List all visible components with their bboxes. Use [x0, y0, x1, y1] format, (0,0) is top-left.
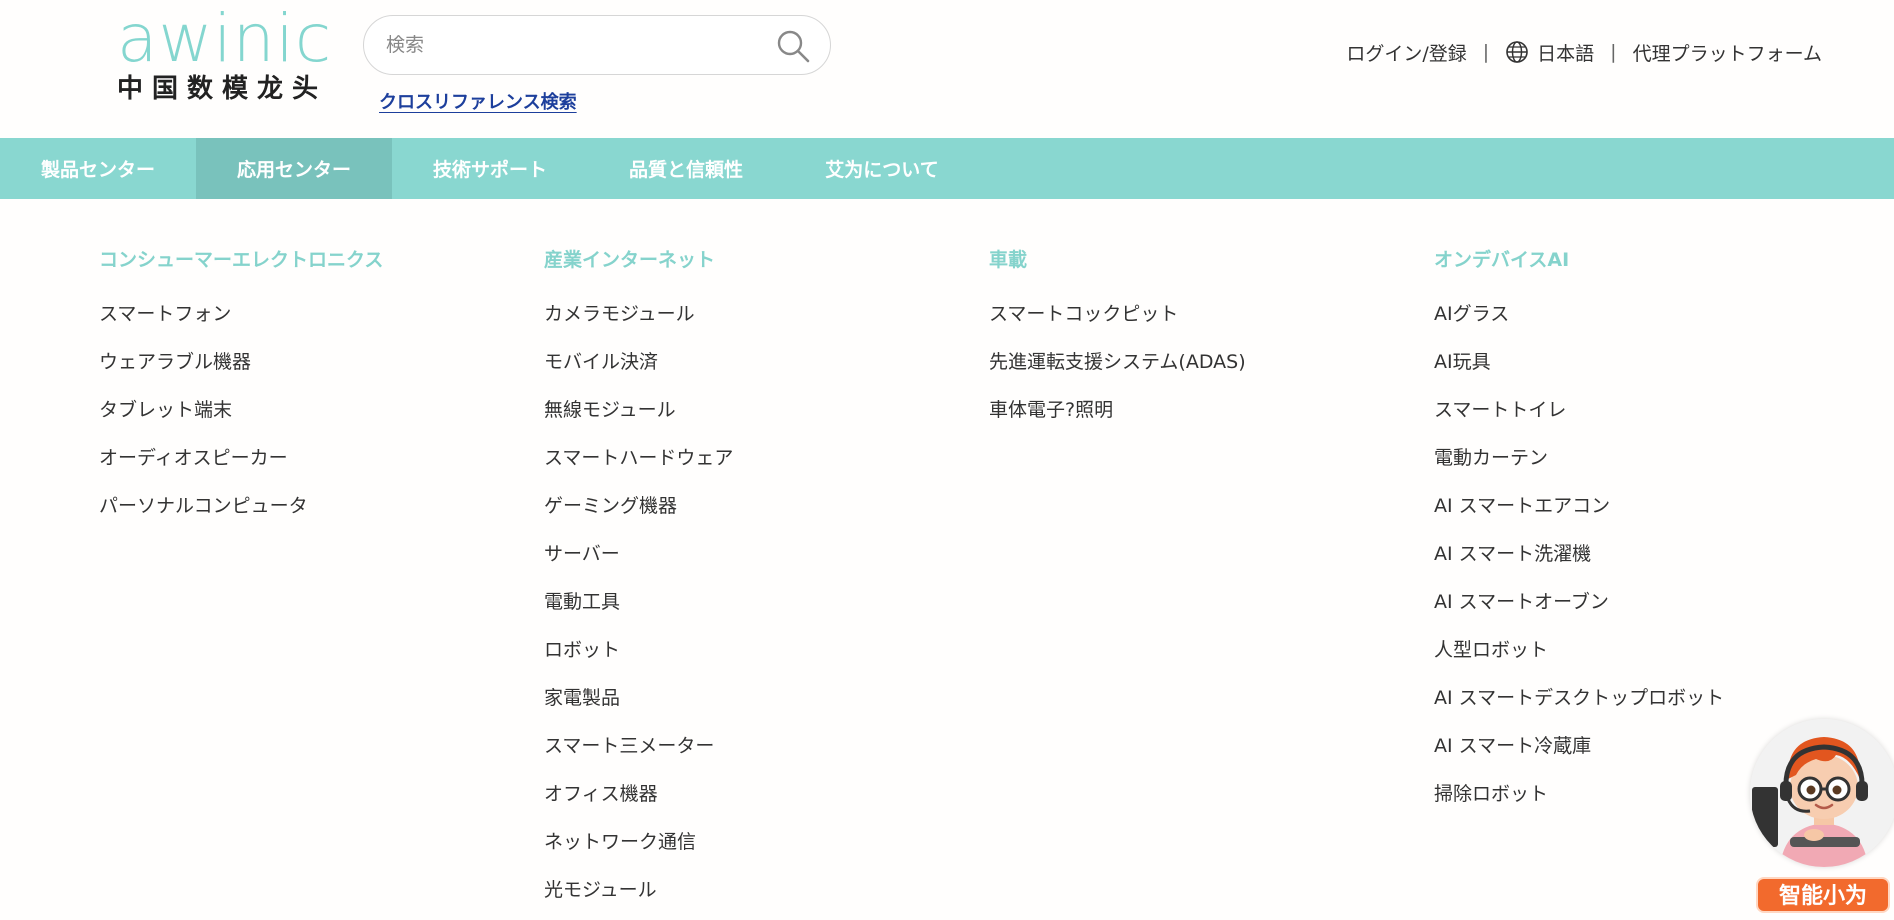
menu-item[interactable]: 掃除ロボット	[1434, 781, 1724, 829]
menu-column-title[interactable]: オンデバイスAI	[1434, 247, 1724, 273]
menu-item[interactable]: スマート三メーター	[544, 733, 733, 781]
menu-item[interactable]: 家電製品	[544, 685, 733, 733]
menu-item[interactable]: AIグラス	[1434, 301, 1724, 349]
login-register-link[interactable]: ログイン/登録	[1346, 39, 1466, 66]
menu-column-title[interactable]: コンシューマーエレクトロニクス	[99, 247, 383, 273]
menu-item[interactable]: AI スマートエアコン	[1434, 493, 1724, 541]
globe-icon	[1506, 41, 1528, 63]
cross-reference-search-link[interactable]: クロスリファレンス検索	[379, 88, 577, 114]
menu-item[interactable]: サーバー	[544, 541, 733, 589]
nav-item-tech-support[interactable]: 技術サポート	[392, 138, 588, 199]
menu-item[interactable]: AI スマートデスクトップロボット	[1434, 685, 1724, 733]
language-selector[interactable]: 日本語	[1537, 39, 1594, 66]
menu-item[interactable]: AI玩具	[1434, 349, 1724, 397]
menu-item[interactable]: ネットワーク通信	[544, 829, 733, 877]
menu-column-on-device-ai: オンデバイスAI AIグラス AI玩具 スマートトイレ 電動カーテン AI スマートエア…	[1434, 247, 1724, 829]
assistant-avatar-icon	[1750, 719, 1894, 867]
menu-item[interactable]: 光モジュール	[544, 877, 733, 920]
applications-mega-menu: コンシューマーエレクトロニクス スマートフォン ウェアラブル機器 タブレット端末 オー…	[0, 199, 1894, 920]
menu-column-title[interactable]: 車載	[989, 247, 1246, 273]
menu-column-automotive: 車載 スマートコックピット 先進運転支援システム(ADAS) 車体電子?照明	[989, 247, 1246, 445]
menu-item[interactable]: AI スマートオーブン	[1434, 589, 1724, 637]
menu-item[interactable]: パーソナルコンピュータ	[99, 493, 383, 541]
menu-item[interactable]: 電動工具	[544, 589, 733, 637]
assistant-label[interactable]: 智能小为	[1756, 877, 1890, 913]
menu-item[interactable]: ウェアラブル機器	[99, 349, 383, 397]
main-nav: 製品センター 応用センター 技術サポート 品質と信頼性 艾为について	[0, 138, 1894, 199]
menu-item[interactable]: 人型ロボット	[1434, 637, 1724, 685]
chat-assistant-widget[interactable]: 智能小为	[1748, 719, 1894, 920]
menu-item[interactable]: 無線モジュール	[544, 397, 733, 445]
nav-item-products[interactable]: 製品センター	[0, 138, 196, 199]
menu-item[interactable]: オフィス機器	[544, 781, 733, 829]
menu-item[interactable]: ロボット	[544, 637, 733, 685]
menu-item[interactable]: ゲーミング機器	[544, 493, 733, 541]
awinic-logo[interactable]: awinic 中国数模龙头	[117, 6, 331, 106]
menu-item[interactable]: 先進運転支援システム(ADAS)	[989, 349, 1246, 397]
menu-item[interactable]: スマートトイレ	[1434, 397, 1724, 445]
search-box	[363, 15, 831, 75]
menu-column-consumer: コンシューマーエレクトロニクス スマートフォン ウェアラブル機器 タブレット端末 オー…	[99, 247, 383, 541]
separator: |	[1482, 41, 1490, 63]
menu-item[interactable]: 電動カーテン	[1434, 445, 1724, 493]
search-input[interactable]	[386, 30, 766, 60]
assistant-avatar[interactable]	[1750, 719, 1894, 867]
menu-item[interactable]: モバイル決済	[544, 349, 733, 397]
logo-tagline: 中国数模龙头	[117, 74, 328, 104]
menu-item[interactable]: AI スマート冷蔵庫	[1434, 733, 1724, 781]
separator: |	[1610, 41, 1617, 63]
menu-column-title[interactable]: 産業インターネット	[544, 247, 733, 273]
agent-platform-link[interactable]: 代理プラットフォーム	[1633, 39, 1822, 66]
nav-item-about[interactable]: 艾为について	[784, 138, 980, 199]
menu-item[interactable]: スマートフォン	[99, 301, 383, 349]
menu-item[interactable]: オーディオスピーカー	[99, 445, 383, 493]
menu-item[interactable]: スマートハードウェア	[544, 445, 733, 493]
logo-wordmark: awinic	[117, 0, 333, 77]
top-links: ログイン/登録 | 日本語 | 代理プラットフォーム	[1346, 38, 1822, 66]
site-header: awinic 中国数模龙头 クロスリファレンス検索 ログイン/登録 | 日本語 …	[0, 0, 1894, 138]
menu-item[interactable]: AI スマート洗濯機	[1434, 541, 1724, 589]
menu-item[interactable]: タブレット端末	[99, 397, 383, 445]
menu-item[interactable]: カメラモジュール	[544, 301, 733, 349]
nav-item-applications[interactable]: 応用センター	[196, 138, 392, 199]
menu-column-industrial: 産業インターネット カメラモジュール モバイル決済 無線モジュール スマートハードウェ…	[544, 247, 733, 920]
menu-item[interactable]: 車体電子?照明	[989, 397, 1246, 445]
menu-item[interactable]: スマートコックピット	[989, 301, 1246, 349]
nav-item-quality[interactable]: 品質と信頼性	[588, 138, 784, 199]
search-icon[interactable]	[776, 29, 810, 63]
